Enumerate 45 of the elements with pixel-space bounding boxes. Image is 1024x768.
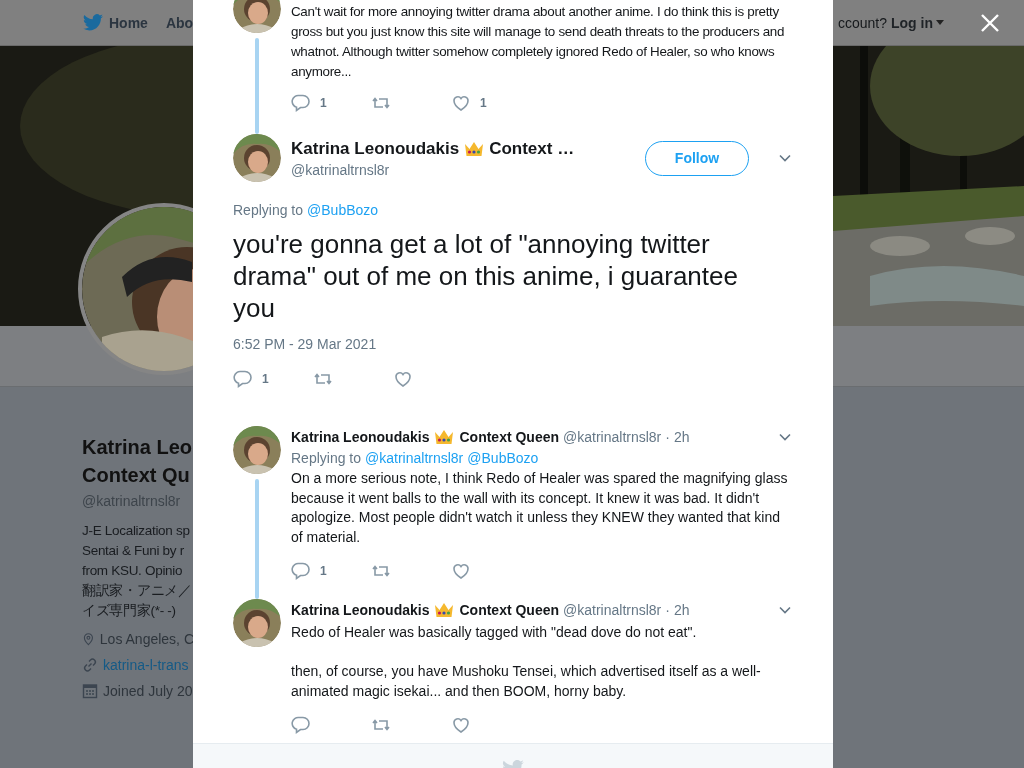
author-name: Context Queen xyxy=(459,429,560,445)
heart-icon xyxy=(393,369,413,389)
reply-icon xyxy=(291,561,311,581)
separator-dot: · xyxy=(665,429,670,445)
tweet-time: 2h xyxy=(673,429,690,445)
caret-icon xyxy=(936,20,944,25)
mention-link[interactable]: @BubBozo xyxy=(467,450,539,466)
website-link[interactable]: katrina-l-trans xyxy=(103,657,189,673)
profile-name: Context Qu xyxy=(82,463,191,488)
reply-icon xyxy=(233,369,253,389)
author-name: Katrina Leonoudakis xyxy=(291,602,430,618)
reply-icon xyxy=(291,715,311,735)
bio-text: J-E Localization sp xyxy=(82,522,191,540)
joined-date: Joined July 20 xyxy=(103,683,193,699)
link-icon xyxy=(82,657,98,673)
tweet-text: then, of course, you have Mushoku Tensei, which advertised itself as a well-animated magic isekai... and then BOOM, horny baby. xyxy=(291,662,762,701)
author-name: Context Queen xyxy=(459,602,560,618)
heart-icon xyxy=(451,561,471,581)
separator-dot: · xyxy=(665,602,670,618)
bio-text: 翻訳家・アニメ／ xyxy=(82,582,193,600)
detail-text: Los Angeles, C xyxy=(99,631,194,647)
reply-button[interactable]: 1 xyxy=(233,369,313,389)
bio-text: from KSU. Opinio xyxy=(82,562,184,580)
location-pin-icon xyxy=(82,631,95,647)
bio-text: Sentai & Funi by r xyxy=(82,542,185,560)
heart-icon xyxy=(451,715,471,735)
nav-link[interactable]: Abo xyxy=(165,14,194,31)
replying-label: Replying to xyxy=(291,450,362,466)
author-handle: @katrinaltrnsl8r xyxy=(563,602,662,618)
mention-link[interactable]: @katrinaltrnsl8r xyxy=(365,450,464,466)
author-handle: @katrinaltrnsl8r xyxy=(563,429,662,445)
tweet-text: Redo of Healer was basically tagged with "dead dove do not eat". xyxy=(291,623,698,642)
home-link[interactable]: Home xyxy=(83,14,148,31)
account-prompt: ccount? xyxy=(837,14,887,31)
close-icon xyxy=(980,13,1000,33)
calendar-icon xyxy=(82,683,98,699)
login-link[interactable]: Log in xyxy=(891,14,944,31)
reply-button[interactable]: 1 xyxy=(291,561,371,581)
author-name: Katrina Leonoudakis xyxy=(291,429,430,445)
tweet-time: 2h xyxy=(673,602,690,618)
tweet-text: On a more serious note, I think Redo of Healer was spared the magnifying glass because it went balls to the wall with its concept. It knew it was bad. It didn't apologize. Most people didn't watch it unless they KNEW they wanted that kind of material. xyxy=(291,469,789,547)
bio-text: イズ専門家(*- -) xyxy=(82,602,177,620)
bird-icon xyxy=(83,14,103,31)
profile-name: Katrina Leo xyxy=(82,435,194,460)
tweet-timestamp: 6:52 PM - 29 Mar 2021 xyxy=(233,336,378,352)
